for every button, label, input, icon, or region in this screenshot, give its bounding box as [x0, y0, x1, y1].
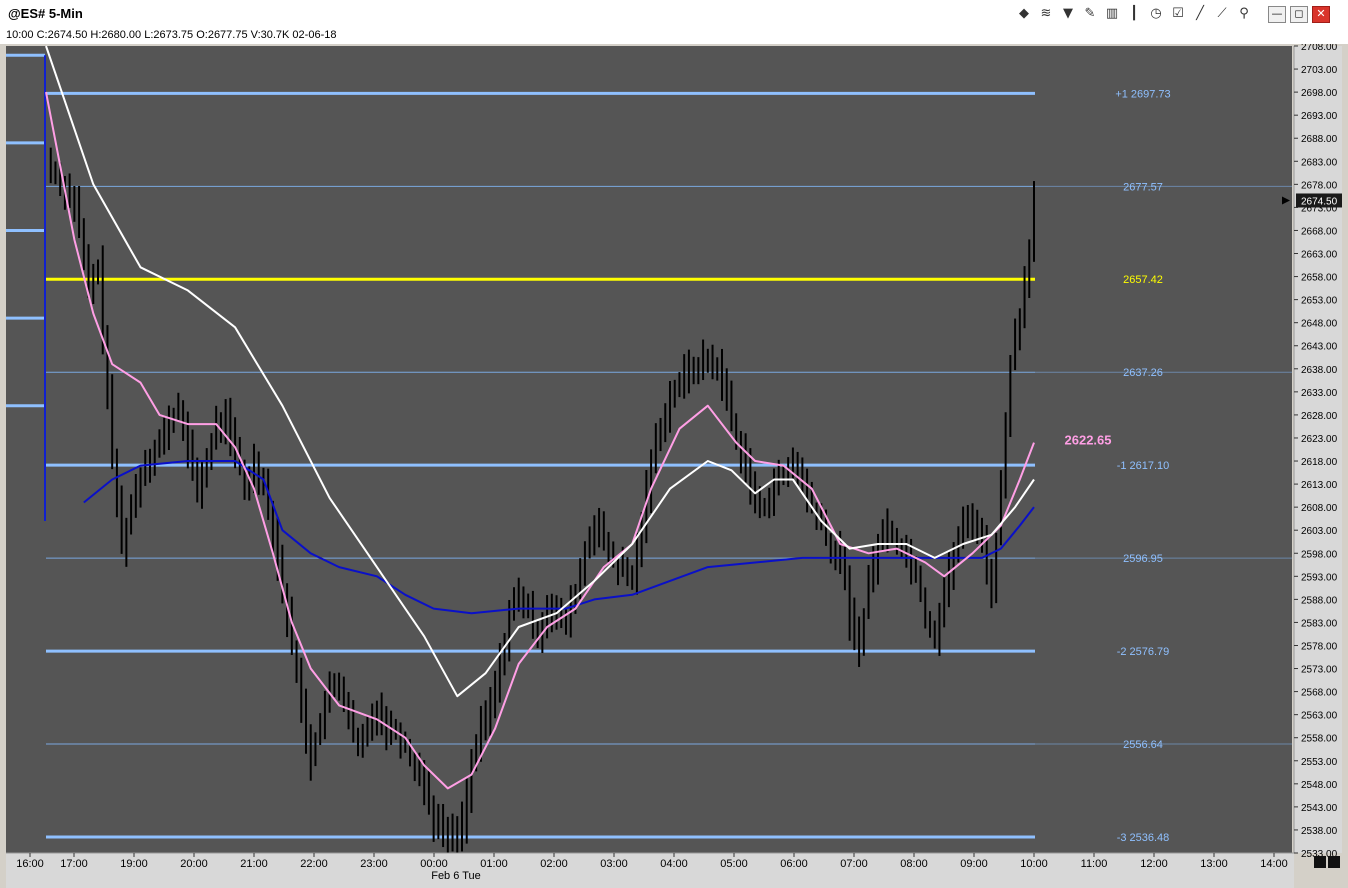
price-chart[interactable]: +1 2697.73 2677.57 2657.42 2637.26 -1 2617.1… [0, 44, 1348, 888]
price-tick-label: 2708.00 [1301, 44, 1338, 53]
title-bar: @ES# 5-Min ◆ ≋ ▼ ✎ ▥ ┃ ◷ ☑ ╱ ⟋ ⚲ — ◻ ✕ [0, 0, 1348, 29]
time-tick-label: 14:00 [1260, 858, 1288, 870]
data-stack-icon[interactable]: ◆ [1014, 5, 1034, 23]
level-label: -2 2576.79 [1117, 646, 1170, 658]
time-tick-label: 17:00 [60, 858, 88, 870]
price-tick-label: 2583.00 [1301, 618, 1338, 629]
price-tick-label: 2618.00 [1301, 457, 1338, 468]
level-label: 2596.95 [1123, 553, 1163, 565]
time-tick-label: 09:00 [960, 858, 988, 870]
time-tick-label: 23:00 [360, 858, 388, 870]
time-tick-label: 16:00 [16, 858, 44, 870]
pencil-icon[interactable]: ✎ [1080, 5, 1100, 23]
price-tick-label: 2653.00 [1301, 296, 1338, 307]
price-tick-label: 2648.00 [1301, 319, 1338, 330]
time-tick-label: 08:00 [900, 858, 928, 870]
price-tick-label: 2563.00 [1301, 711, 1338, 722]
price-tick-label: 2688.00 [1301, 134, 1338, 145]
time-tick-label: 22:00 [300, 858, 328, 870]
time-tick-label: 21:00 [240, 858, 268, 870]
last-price-label: 2674.50 [1301, 196, 1338, 207]
plot-area [6, 46, 1292, 853]
time-tick-label: 00:00 [420, 858, 448, 870]
price-tick-label: 2598.00 [1301, 549, 1338, 560]
price-tick-label: 2608.00 [1301, 503, 1338, 514]
price-tick-label: 2628.00 [1301, 411, 1338, 422]
price-tick-label: 2613.00 [1301, 480, 1338, 491]
restore-button[interactable]: ◻ [1290, 6, 1308, 23]
time-tick-label: 19:00 [120, 858, 148, 870]
price-tick-label: 2593.00 [1301, 572, 1338, 583]
window-title: @ES# 5-Min [8, 6, 83, 21]
price-tick-label: 2703.00 [1301, 65, 1338, 76]
time-tick-label: 11:00 [1081, 858, 1108, 870]
candlestick-icon[interactable]: ┃ [1124, 5, 1144, 23]
price-tick-label: 2663.00 [1301, 250, 1338, 261]
price-tick-label: 2693.00 [1301, 111, 1338, 122]
time-tick-label: 13:00 [1200, 858, 1228, 870]
time-tick-label: 06:00 [780, 858, 808, 870]
price-tick-label: 2538.00 [1301, 826, 1338, 837]
level-label: +1 2697.73 [1115, 88, 1170, 100]
level-label: 2677.57 [1123, 181, 1163, 193]
price-tick-label: 2568.00 [1301, 688, 1338, 699]
time-tick-label: 10:00 [1020, 858, 1048, 870]
price-tick-label: 2588.00 [1301, 595, 1338, 606]
price-tick-label: 2543.00 [1301, 803, 1338, 814]
ohlc-readout: 10:00 C:2674.50 H:2680.00 L:2673.75 O:26… [6, 29, 337, 41]
wave-icon[interactable]: ≋ [1036, 5, 1056, 23]
price-tick-label: 2658.00 [1301, 273, 1338, 284]
price-tick-label: 2623.00 [1301, 434, 1338, 445]
price-tick-label: 2573.00 [1301, 665, 1338, 676]
price-tick-label: 2678.00 [1301, 180, 1338, 191]
price-tick-label: 2638.00 [1301, 365, 1338, 376]
price-tick-label: 2553.00 [1301, 757, 1338, 768]
level-label: 2657.42 [1123, 274, 1163, 286]
funnel-icon[interactable]: ▼ [1058, 5, 1078, 23]
level-label: 2556.64 [1123, 739, 1163, 751]
trendline-icon[interactable]: ⟋ [1212, 5, 1232, 23]
price-tick-label: 2698.00 [1301, 88, 1338, 99]
zoom-out-button[interactable] [1314, 856, 1326, 868]
pink-ma-value-label: 2622.65 [1065, 433, 1112, 448]
close-button[interactable]: ✕ [1312, 6, 1330, 23]
time-tick-label: 07:00 [840, 858, 868, 870]
price-tick-label: 2548.00 [1301, 780, 1338, 791]
price-tick-label: 2603.00 [1301, 526, 1338, 537]
zoom-in-button[interactable] [1328, 856, 1340, 868]
date-label: Feb 6 Tue [431, 870, 481, 882]
time-tick-label: 12:00 [1140, 858, 1168, 870]
level-label: 2637.26 [1123, 367, 1163, 379]
time-tick-label: 03:00 [600, 858, 628, 870]
drawing-pen-icon[interactable]: ╱ [1190, 5, 1210, 23]
level-label: -1 2617.10 [1117, 460, 1170, 472]
price-tick-label: 2558.00 [1301, 734, 1338, 745]
price-tick-label: 2668.00 [1301, 226, 1338, 237]
time-tick-label: 01:00 [480, 858, 508, 870]
bar-info-line: 10:00 C:2674.50 H:2680.00 L:2673.75 O:26… [0, 28, 1348, 44]
chart-toolbar: ◆ ≋ ▼ ✎ ▥ ┃ ◷ ☑ ╱ ⟋ ⚲ [1014, 5, 1254, 23]
window-controls: — ◻ ✕ [1268, 6, 1330, 23]
price-tick-label: 2633.00 [1301, 388, 1338, 399]
time-tick-label: 04:00 [660, 858, 688, 870]
price-tick-label: 2578.00 [1301, 641, 1338, 652]
price-tick-label: 2683.00 [1301, 157, 1338, 168]
time-tick-label: 20:00 [180, 858, 208, 870]
price-tick-label: 2643.00 [1301, 342, 1338, 353]
time-tick-label: 02:00 [540, 858, 568, 870]
checklist-icon[interactable]: ☑ [1168, 5, 1188, 23]
bar-chart-icon[interactable]: ▥ [1102, 5, 1122, 23]
level-label: -3 2536.48 [1117, 832, 1170, 844]
magic-wand-icon[interactable]: ⚲ [1234, 5, 1254, 23]
clock-icon[interactable]: ◷ [1146, 5, 1166, 23]
minimize-button[interactable]: — [1268, 6, 1286, 23]
time-tick-label: 05:00 [720, 858, 748, 870]
